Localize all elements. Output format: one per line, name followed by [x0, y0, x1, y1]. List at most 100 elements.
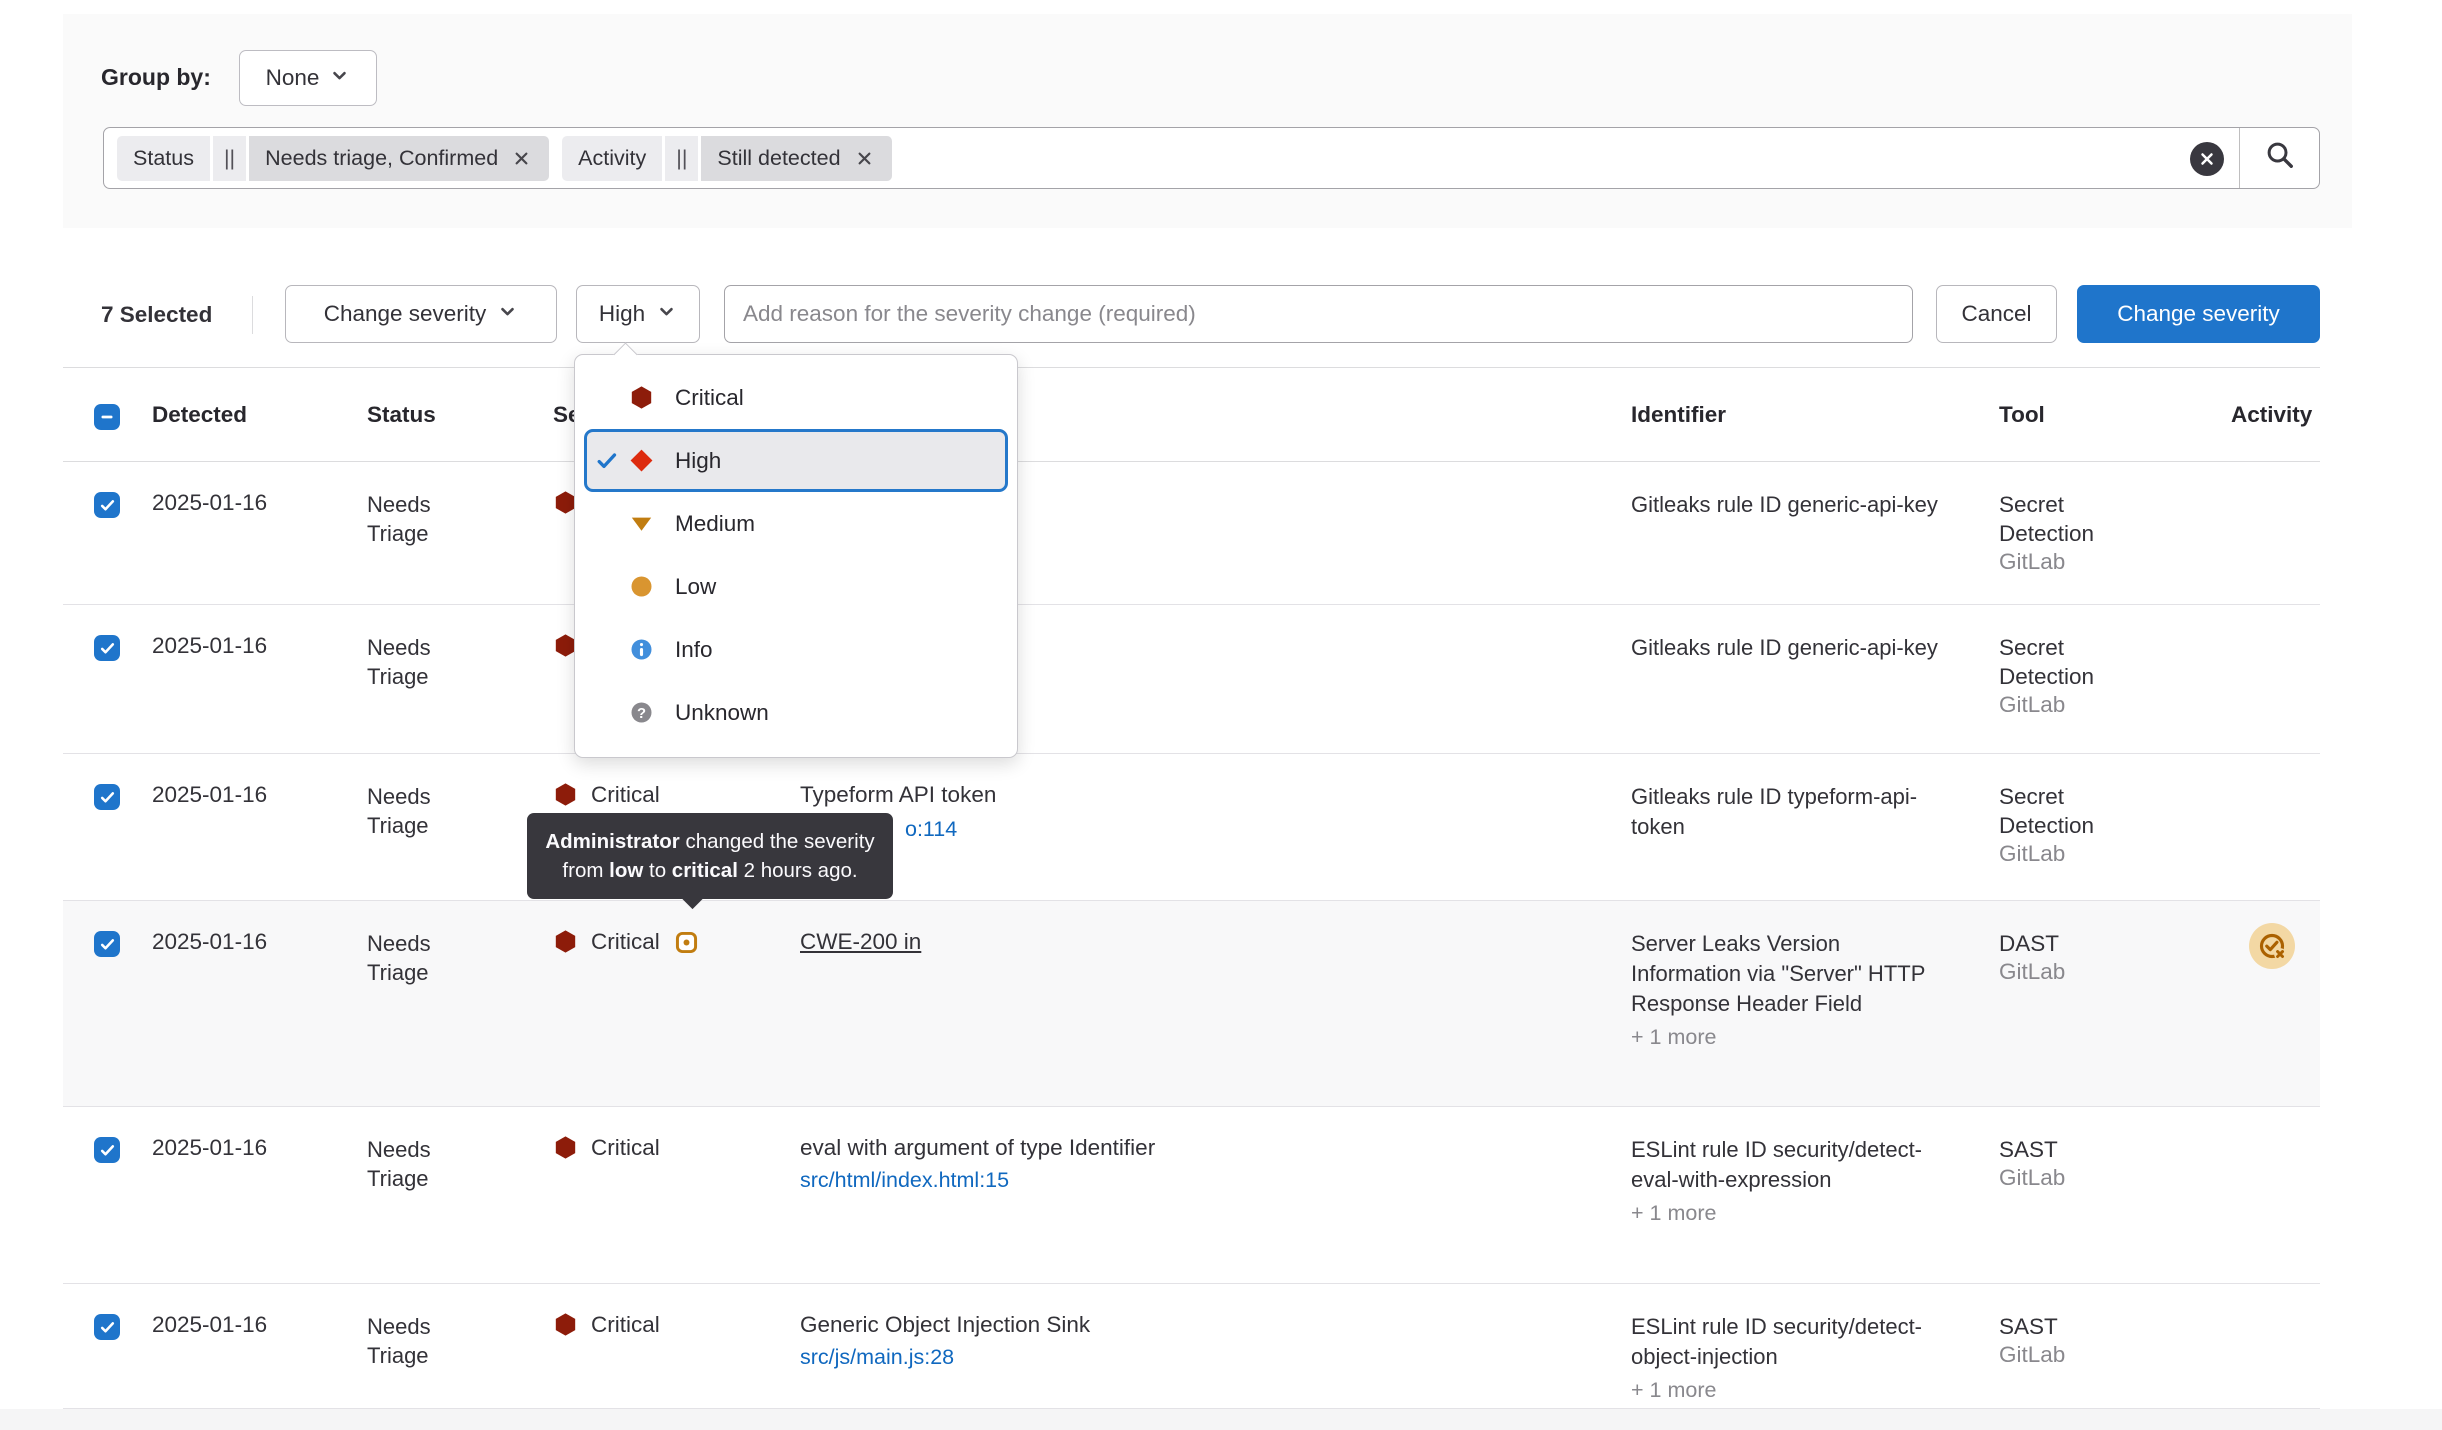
severity-critical-icon [553, 782, 578, 813]
header-identifier[interactable]: Identifier [1615, 368, 1983, 461]
detected-date: 2025-01-16 [139, 1107, 351, 1283]
still-detected-activity-icon[interactable] [2249, 923, 2295, 969]
file-location-link-partial[interactable]: o:114 [905, 817, 957, 842]
selected-count: 7 Selected [101, 302, 212, 328]
menu-item-label: Medium [675, 511, 755, 537]
search-icon [2265, 140, 2295, 176]
header-detected[interactable]: Detected [139, 368, 351, 461]
severity-critical-icon [553, 1312, 578, 1343]
filter-token-status[interactable]: Status || Needs triage, Confirmed [117, 136, 549, 181]
row-checkbox[interactable] [94, 1137, 120, 1163]
file-location-link[interactable]: src/html/index.html:15 [800, 1168, 1615, 1193]
menu-item-info[interactable]: Info [575, 618, 1017, 681]
menu-item-low[interactable]: Low [575, 555, 1017, 618]
filtered-search-bar[interactable]: Status || Needs triage, Confirmed Activi… [103, 127, 2320, 189]
tool-name: SAST [1999, 1135, 2134, 1164]
tooltip-text: to [643, 859, 672, 882]
cancel-button[interactable]: Cancel [1936, 285, 2057, 343]
table-row[interactable]: 2025-01-16 Needs Triage Critical eval wi… [63, 1107, 2320, 1284]
identifier-more: + 1 more [1631, 1378, 1983, 1403]
vulnerability-report-page: Group by: None Status || Needs triage, C… [0, 0, 2442, 1430]
table-row[interactable]: 2025-01-16 Needs Triage Critical Generic… [63, 1284, 2320, 1409]
filter-token-activity[interactable]: Activity || Still detected [562, 136, 891, 181]
menu-item-unknown[interactable]: ? Unknown [575, 681, 1017, 744]
header-status[interactable]: Status [351, 368, 539, 461]
change-severity-label: Change severity [324, 301, 487, 327]
menu-item-high[interactable]: High [584, 429, 1008, 492]
severity-info-icon [629, 637, 654, 662]
token-value[interactable]: Still detected [701, 136, 891, 181]
vulnerability-title[interactable]: eval with argument of type Identifier [800, 1135, 1155, 1160]
remove-token-icon[interactable] [510, 147, 533, 170]
token-operator[interactable]: || [665, 136, 698, 181]
identifier-text: Server Leaks Version Information via "Se… [1631, 929, 1943, 1019]
vulnerability-title[interactable]: Generic Object Injection Sink [800, 1312, 1090, 1337]
svg-text:?: ? [637, 706, 646, 722]
table-row[interactable]: 2025-01-16 Needs Triage Critical Typefor… [63, 754, 2320, 901]
detected-date: 2025-01-16 [139, 462, 351, 604]
tool-name: DAST [1999, 929, 2134, 958]
identifier-text: Gitleaks rule ID generic-api-key [1631, 633, 1943, 663]
clear-search-icon[interactable] [2190, 142, 2224, 176]
row-checkbox[interactable] [94, 635, 120, 661]
menu-item-label: Info [675, 637, 713, 663]
tooltip-text: 2 hours ago. [738, 859, 858, 882]
file-location-link[interactable]: src/js/main.js:28 [800, 1345, 1615, 1370]
group-by-label: Group by: [101, 64, 211, 91]
tooltip-author: Administrator [545, 830, 679, 853]
row-checkbox[interactable] [94, 492, 120, 518]
severity-critical-icon [553, 929, 578, 960]
status-value: Needs Triage [351, 929, 461, 987]
tooltip-new-severity: critical [672, 859, 738, 882]
tool-name: Secret Detection [1999, 490, 2134, 548]
identifier-more: + 1 more [1631, 1201, 1983, 1226]
detected-date: 2025-01-16 [139, 901, 351, 1106]
vulnerability-title[interactable]: Typeform API token [800, 782, 996, 807]
menu-item-critical[interactable]: Critical [575, 366, 1017, 429]
severity-medium-icon [629, 511, 654, 536]
detected-date: 2025-01-16 [139, 1284, 351, 1408]
menu-item-medium[interactable]: Medium [575, 492, 1017, 555]
token-name[interactable]: Status [117, 136, 210, 181]
select-all-checkbox[interactable] [94, 404, 120, 430]
detected-date: 2025-01-16 [139, 754, 351, 900]
severity-value-dropdown[interactable]: High [576, 285, 700, 343]
status-value: Needs Triage [351, 1135, 461, 1193]
token-operator[interactable]: || [213, 136, 246, 181]
severity-override-icon[interactable] [674, 930, 699, 961]
table-row[interactable]: 2025-01-16 Needs Triage Critical Gitleak… [63, 605, 2320, 754]
change-severity-submit-button[interactable]: Change severity [2077, 285, 2320, 343]
dropdown-notch [613, 342, 637, 366]
token-value[interactable]: Needs triage, Confirmed [249, 136, 549, 181]
menu-item-label: Critical [675, 385, 744, 411]
header-tool[interactable]: Tool [1983, 368, 2216, 461]
detected-date: 2025-01-16 [139, 605, 351, 753]
table-row[interactable]: 2025-01-16 Needs Triage Critical Gitleak… [63, 462, 2320, 605]
vulnerability-title-link[interactable]: CWE-200 in [800, 929, 921, 954]
tool-name: Secret Detection [1999, 633, 2134, 691]
severity-critical-icon [629, 385, 654, 410]
severity-change-reason-input[interactable] [724, 285, 1913, 343]
filters-section: Group by: None Status || Needs triage, C… [63, 14, 2352, 228]
group-by-dropdown[interactable]: None [239, 50, 377, 106]
severity-high-icon [629, 448, 654, 473]
token-value-text: Needs triage, Confirmed [265, 146, 498, 171]
header-activity[interactable]: Activity [2216, 368, 2320, 461]
row-checkbox[interactable] [94, 784, 120, 810]
severity-critical-icon [553, 1135, 578, 1166]
chevron-down-icon [656, 301, 677, 328]
check-icon [595, 449, 629, 473]
vulnerability-table: Detected Status Severity Identifier Tool… [63, 367, 2320, 1409]
search-button[interactable] [2239, 128, 2319, 188]
severity-label: Critical [591, 1312, 660, 1338]
row-checkbox[interactable] [94, 1314, 120, 1340]
identifier-text: Gitleaks rule ID typeform-api-token [1631, 782, 1943, 842]
table-row[interactable]: 2025-01-16 Needs Triage Critical CWE-200… [63, 901, 2320, 1107]
tool-vendor: GitLab [1999, 549, 2216, 575]
token-name[interactable]: Activity [562, 136, 662, 181]
change-severity-dropdown[interactable]: Change severity [285, 285, 557, 343]
row-checkbox[interactable] [94, 931, 120, 957]
tooltip-old-severity: low [609, 859, 643, 882]
remove-token-icon[interactable] [853, 147, 876, 170]
status-value: Needs Triage [351, 1312, 461, 1370]
